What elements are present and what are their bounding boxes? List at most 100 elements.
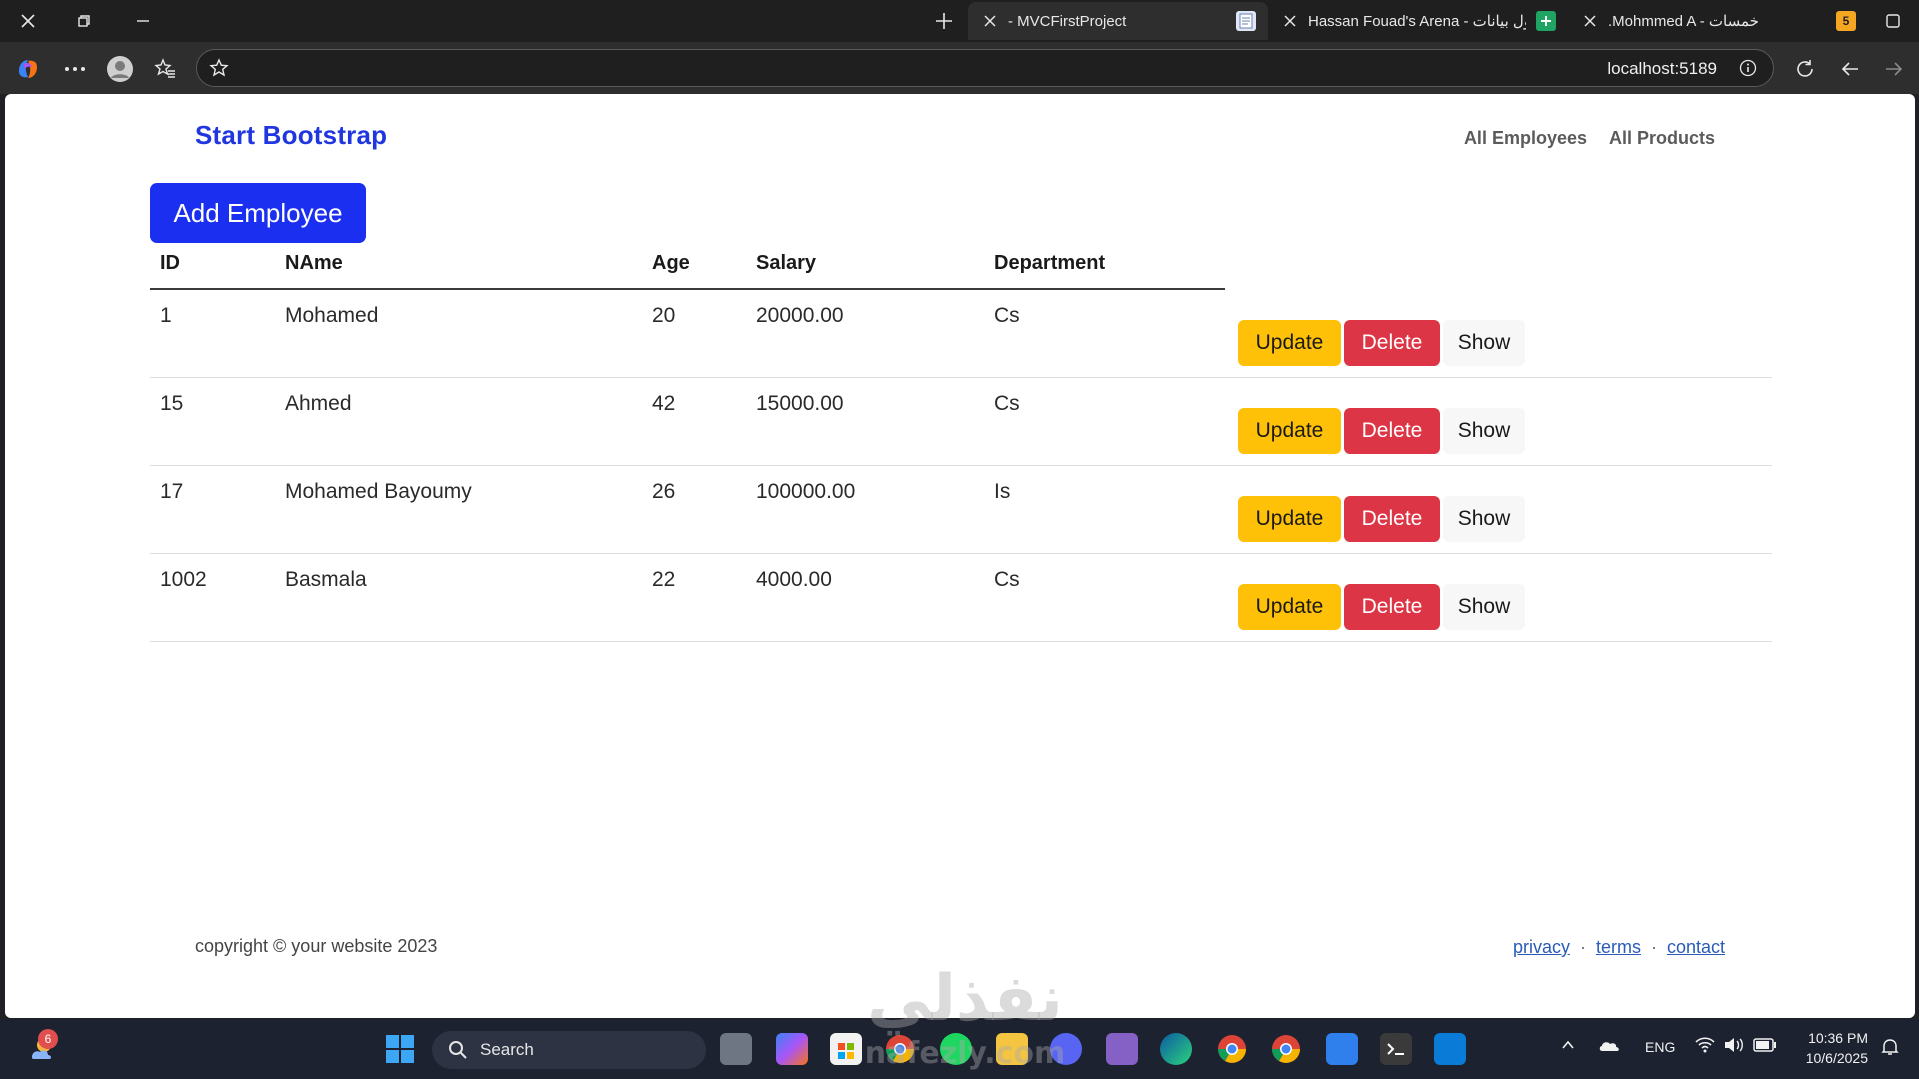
close-tab-icon[interactable] — [1282, 13, 1298, 29]
profile-avatar-icon[interactable] — [103, 52, 137, 86]
language-indicator[interactable]: ENG — [1645, 1039, 1675, 1055]
copilot-app-icon[interactable] — [776, 1033, 808, 1065]
minimize-window-icon[interactable] — [115, 0, 171, 42]
edge-icon[interactable] — [1160, 1033, 1192, 1065]
favorites-icon[interactable] — [148, 52, 182, 86]
notifications-bell-icon[interactable] — [1880, 1037, 1900, 1062]
footer-link-contact[interactable]: contact — [1667, 937, 1725, 958]
update-button[interactable]: Update — [1238, 408, 1341, 454]
visual-studio-icon[interactable] — [1106, 1033, 1138, 1065]
cell-salary: 100000.00 — [756, 480, 856, 503]
cell-department: Cs — [994, 568, 1020, 591]
document-icon — [1236, 11, 1256, 31]
tab-mvcfirstproject[interactable]: - MVCFirstProject — [968, 2, 1268, 40]
new-tab-icon[interactable] — [916, 0, 972, 42]
tab-hassan-fouads-arena[interactable]: Hassan Fouad's Arena - أول بيانات — [1268, 2, 1568, 40]
restore-window-icon[interactable] — [56, 0, 112, 42]
delete-button[interactable]: Delete — [1344, 496, 1440, 542]
clock-date[interactable]: 10/6/2025 — [1796, 1050, 1868, 1066]
cell-name: Basmala — [285, 568, 367, 591]
employees-table: ID NAme Age Salary Department 1 Mohamed … — [150, 244, 1772, 642]
chrome-icon[interactable] — [884, 1033, 916, 1065]
footer-separator: · — [1579, 937, 1586, 957]
address-bar-row: localhost:5189 — [0, 42, 1919, 94]
nav-all-employees[interactable]: All Employees — [1464, 128, 1587, 149]
clock-time[interactable]: 10:36 PM — [1796, 1030, 1868, 1046]
update-button[interactable]: Update — [1238, 320, 1341, 366]
back-arrow-icon[interactable] — [1833, 52, 1867, 86]
footer-copyright: copyright © your website 2023 — [195, 936, 438, 956]
refresh-icon[interactable] — [1788, 52, 1822, 86]
browser-tab-bar: - MVCFirstProject Hassan Fouad's Arena -… — [0, 0, 1919, 42]
spotify-icon[interactable] — [940, 1033, 972, 1065]
notepad-icon[interactable] — [1326, 1033, 1358, 1065]
site-info-icon[interactable] — [1739, 59, 1757, 77]
show-button[interactable]: Show — [1443, 320, 1525, 366]
row-actions: Update Delete Show — [1238, 584, 1525, 630]
windows-start-icon[interactable] — [384, 1033, 416, 1065]
task-view-icon[interactable] — [720, 1033, 752, 1065]
add-favorite-star-icon[interactable] — [209, 58, 229, 78]
update-button[interactable]: Update — [1238, 496, 1341, 542]
terminal-icon[interactable] — [1380, 1033, 1412, 1065]
delete-button[interactable]: Delete — [1344, 320, 1440, 366]
cell-id: 17 — [160, 480, 184, 503]
discord-icon[interactable] — [1050, 1033, 1082, 1065]
volume-icon[interactable] — [1723, 1035, 1745, 1060]
show-button[interactable]: Show — [1443, 584, 1525, 630]
show-button[interactable]: Show — [1443, 408, 1525, 454]
delete-button[interactable]: Delete — [1344, 408, 1440, 454]
cell-age: 20 — [652, 304, 676, 327]
footer-link-terms[interactable]: terms — [1596, 937, 1641, 958]
close-tab-icon[interactable] — [1582, 13, 1598, 29]
wifi-icon[interactable] — [1694, 1035, 1716, 1060]
cell-age: 26 — [652, 480, 676, 503]
row-actions: Update Delete Show — [1238, 496, 1525, 542]
tab-label: .Mohmmed A - خمسات — [1608, 13, 1759, 30]
nav-all-products[interactable]: All Products — [1609, 128, 1715, 149]
cell-age: 22 — [652, 568, 676, 591]
khamsat-badge: 5 — [1836, 11, 1856, 31]
footer-link-privacy[interactable]: privacy — [1513, 937, 1570, 958]
show-button[interactable]: Show — [1443, 496, 1525, 542]
cell-name: Mohamed — [285, 304, 379, 327]
sheets-icon — [1536, 11, 1556, 31]
show-hidden-icons-icon[interactable] — [1560, 1037, 1580, 1058]
cell-age: 42 — [652, 392, 676, 415]
cell-department: Cs — [994, 304, 1020, 327]
header-age: Age — [652, 252, 690, 274]
close-tab-icon[interactable] — [982, 13, 998, 29]
header-name: NAme — [285, 252, 343, 274]
onedrive-icon[interactable] — [1598, 1035, 1622, 1060]
tab-label: - MVCFirstProject — [1008, 12, 1127, 30]
windows-taskbar: 6 Search ENG 10:36 PM 10/6/2025 — [0, 1019, 1919, 1079]
chrome-profile-icon[interactable] — [1216, 1033, 1248, 1065]
brand-logo[interactable]: Start Bootstrap — [195, 120, 387, 151]
cell-salary: 20000.00 — [756, 304, 844, 327]
azure-data-studio-icon[interactable] — [1434, 1033, 1466, 1065]
cell-id: 15 — [160, 392, 184, 415]
taskbar-search[interactable]: Search — [432, 1031, 706, 1069]
cell-id: 1 — [160, 304, 172, 327]
cell-name: Ahmed — [285, 392, 352, 415]
header-id: ID — [160, 252, 180, 274]
tab-actions-icon[interactable] — [1868, 0, 1918, 42]
url-bar[interactable]: localhost:5189 — [196, 49, 1774, 87]
chrome-profile-2-icon[interactable] — [1270, 1033, 1302, 1065]
cell-salary: 15000.00 — [756, 392, 844, 415]
update-button[interactable]: Update — [1238, 584, 1341, 630]
notification-badge: 6 — [38, 1029, 58, 1049]
forward-arrow-icon[interactable] — [1877, 52, 1911, 86]
row-actions: Update Delete Show — [1238, 408, 1525, 454]
microsoft-store-icon[interactable] — [830, 1033, 862, 1065]
tab-khamsat[interactable]: .Mohmmed A - خمسات 5 — [1568, 2, 1868, 40]
cell-id: 1002 — [160, 568, 207, 591]
header-department: Department — [994, 252, 1106, 274]
add-employee-button[interactable]: Add Employee — [150, 183, 366, 243]
file-explorer-icon[interactable] — [996, 1033, 1028, 1065]
close-window-icon[interactable] — [0, 0, 56, 42]
copilot-icon[interactable] — [11, 52, 45, 86]
delete-button[interactable]: Delete — [1344, 584, 1440, 630]
battery-icon[interactable] — [1753, 1037, 1777, 1058]
more-options-icon[interactable] — [58, 52, 92, 86]
